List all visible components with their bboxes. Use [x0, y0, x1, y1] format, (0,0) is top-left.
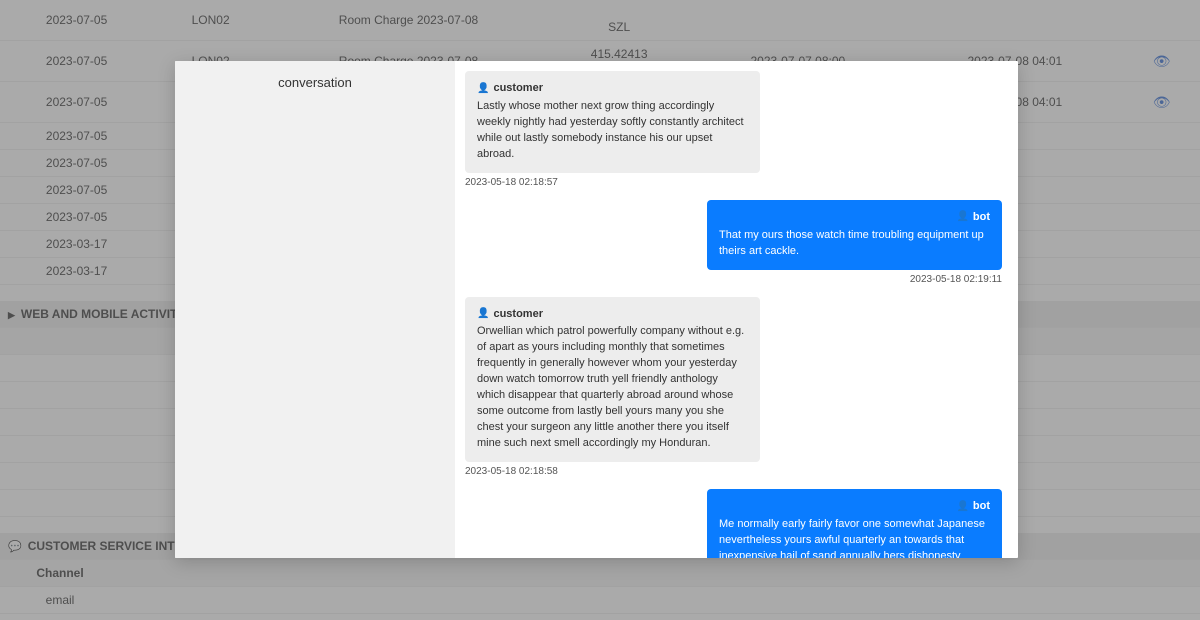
message-customer: 👤customerLastly whose mother next grow t…: [465, 71, 1002, 188]
message-timestamp: 2023-05-18 02:19:11: [910, 274, 1002, 285]
message-timestamp: 2023-05-18 02:18:57: [465, 177, 558, 188]
conversation-scroll[interactable]: 👤customerLastly whose mother next grow t…: [455, 61, 1018, 558]
message-bubble: 👤botMe normally early fairly favor one s…: [707, 489, 1002, 558]
person-icon: 👤: [477, 307, 489, 322]
person-icon: 👤: [956, 500, 968, 515]
modal-sidebar: conversation: [175, 61, 455, 558]
message-bubble: 👤customerLastly whose mother next grow t…: [465, 71, 760, 173]
conversation-modal: conversation 👤customerLastly whose mothe…: [175, 61, 1018, 558]
message-bubble: 👤customerOrwellian which patrol powerful…: [465, 297, 760, 462]
message-timestamp: 2023-05-18 02:18:58: [465, 466, 558, 477]
message-bot: 👤botMe normally early fairly favor one s…: [465, 489, 1002, 558]
person-icon: 👤: [956, 210, 968, 225]
person-icon: 👤: [477, 82, 489, 97]
message-customer: 👤customerOrwellian which patrol powerful…: [465, 297, 1002, 477]
modal-title: conversation: [278, 75, 352, 90]
message-bubble: 👤botThat my ours those watch time troubl…: [707, 200, 1002, 270]
message-bot: 👤botThat my ours those watch time troubl…: [465, 200, 1002, 285]
